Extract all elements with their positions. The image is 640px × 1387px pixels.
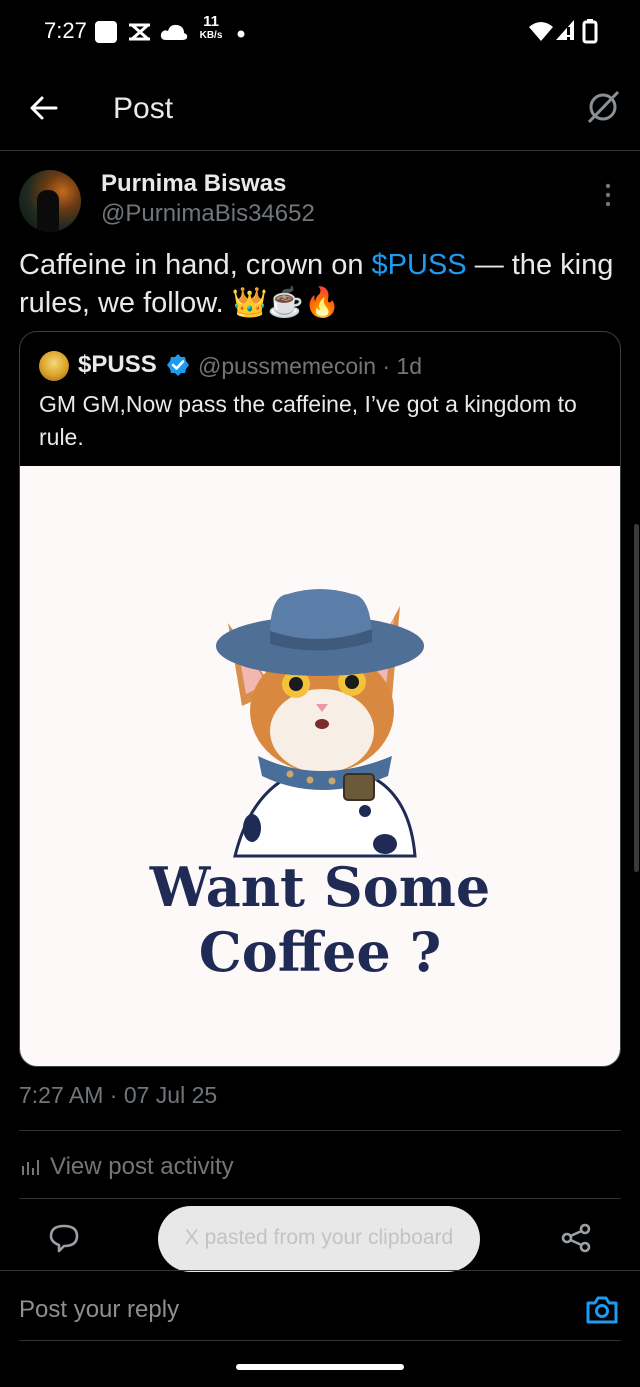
divider [0,1270,640,1271]
bar-chart-icon [22,1160,39,1175]
quote-author-name: $PUSS [78,351,157,378]
view-post-activity-link[interactable]: View post activity [50,1153,234,1181]
avatar-silhouette [37,190,59,232]
square-icon [95,21,117,43]
quoted-post[interactable]: $PUSS @pussmemecoin · 1d GM GM,Now pass … [19,331,621,1067]
cat-illustration: Want Some Coffee ? [149,589,490,984]
verified-badge-icon [167,354,189,376]
post-text: Caffeine in hand, crown on $PUSS — the k… [19,246,619,322]
scrollbar[interactable] [634,524,639,872]
net-speed-value: 11 [203,13,219,30]
cashtag-link[interactable]: $PUSS [372,249,467,281]
battery-icon [582,19,598,44]
home-indicator[interactable] [236,1364,404,1370]
author-name[interactable]: Purnima Biswas [101,170,286,198]
camera-icon[interactable] [585,1294,619,1326]
net-speed: 11 KB/s [194,13,228,43]
status-time: 7:27 [44,18,87,43]
post-text-start: Caffeine in hand, crown on [19,249,372,281]
reply-icon[interactable] [48,1222,80,1254]
avatar[interactable] [19,170,81,232]
divider [19,1198,621,1199]
clipboard-toast: X pasted from your clipboard [158,1206,480,1272]
author-handle[interactable]: @PurnimaBis34652 [101,200,315,228]
reply-input[interactable]: Post your reply [19,1296,179,1324]
status-bar: 7:27 11 KB/s [0,0,640,64]
post-timestamp: 7:27 AM · 07 Jul 25 [19,1082,218,1108]
quote-avatar [39,351,69,381]
top-app-bar [0,64,640,151]
image-text-line1: Want Some [149,855,490,919]
quote-image[interactable]: Want Some Coffee ? [20,466,620,1066]
wifi-icon [529,22,553,41]
divider [19,1340,621,1341]
net-speed-unit: KB/s [199,30,223,41]
quote-meta: @pussmemecoin · 1d [198,353,423,379]
divider [19,1130,621,1131]
dot-icon [237,30,245,38]
cloud-icon [160,24,188,40]
arrow-left-icon[interactable] [28,92,60,124]
share-icon[interactable] [560,1222,592,1254]
signal-icon [556,20,574,40]
image-text-line2: Coffee ? [199,920,441,984]
swap-icon [129,23,150,41]
quote-text: GM GM,Now pass the caffeine, I’ve got a … [39,391,577,450]
grok-icon[interactable] [584,88,622,126]
more-options-icon[interactable] [600,182,616,208]
toast-text: X pasted from your clipboard [184,1226,454,1249]
page-title: Post [113,92,174,125]
